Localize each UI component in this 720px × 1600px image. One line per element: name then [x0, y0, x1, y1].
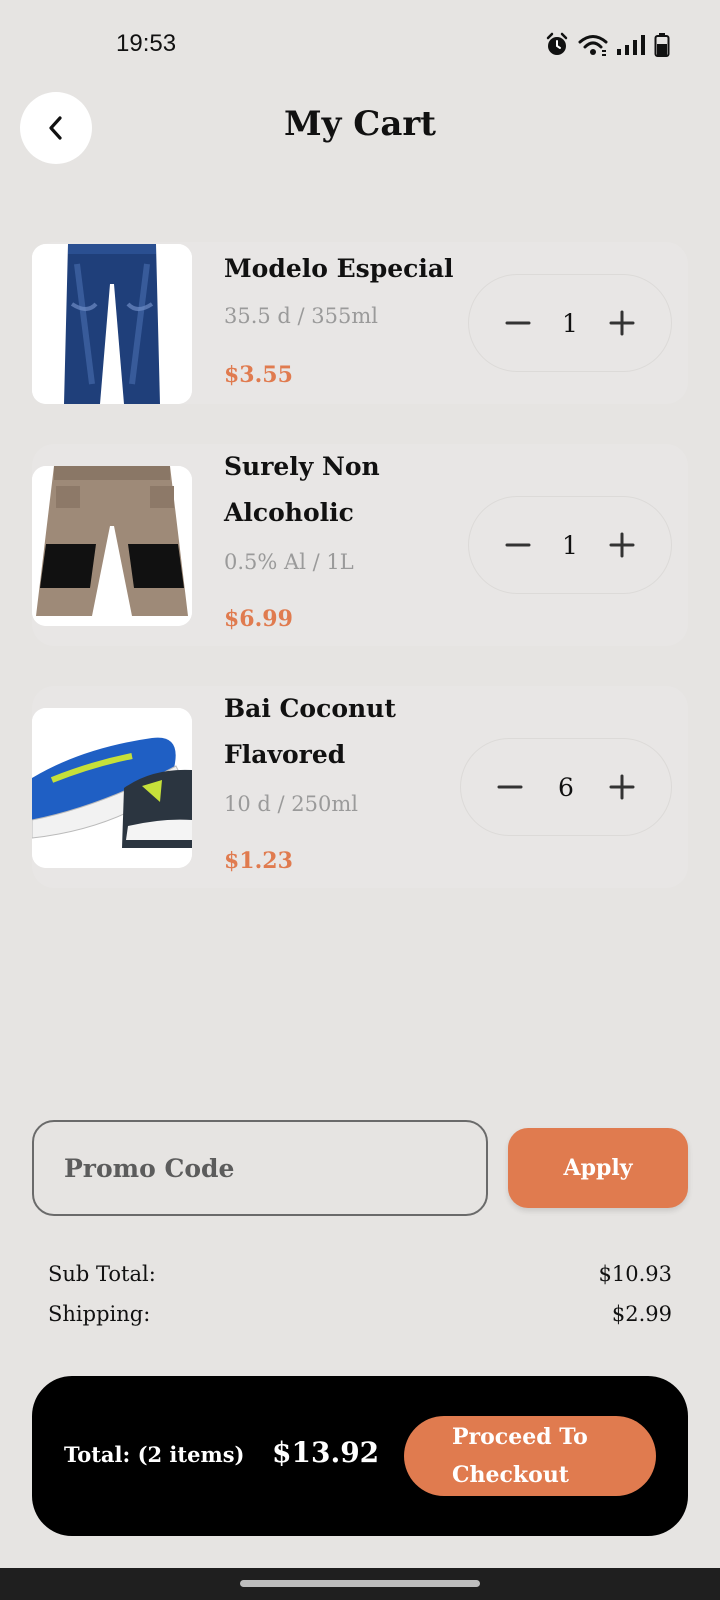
plus-icon	[609, 532, 635, 558]
decrease-button[interactable]	[503, 530, 533, 560]
shipping-value: $2.99	[611, 1302, 672, 1326]
signal-icon	[617, 35, 645, 55]
product-image-pants[interactable]	[32, 466, 192, 626]
product-price: $3.55	[224, 362, 293, 388]
shipping-row: Shipping: $2.99	[48, 1302, 672, 1326]
apply-button[interactable]: Apply	[508, 1128, 688, 1208]
promo-code-input[interactable]	[32, 1120, 488, 1216]
product-price: $6.99	[224, 606, 293, 632]
system-navigation-bar	[0, 1568, 720, 1600]
checkout-label: Proceed To Checkout	[452, 1424, 588, 1488]
quantity-value: 6	[558, 772, 574, 802]
total-bar: Total: (2 items) $13.92 Proceed To Check…	[32, 1376, 688, 1536]
increase-button[interactable]	[607, 308, 637, 338]
minus-icon	[505, 321, 531, 325]
product-volume: 10 d / 250ml	[224, 792, 358, 816]
cart-item: Modelo Especial 35.5 d / 355ml $3.55 1	[32, 242, 688, 404]
quantity-stepper: 1	[468, 496, 672, 594]
page-title: My Cart	[284, 104, 436, 144]
blue-jeans-image	[32, 244, 192, 404]
cart-item: Bai Coconut Flavored 10 d / 250ml $1.23 …	[32, 686, 688, 888]
decrease-button[interactable]	[495, 772, 525, 802]
product-price: $1.23	[224, 848, 293, 874]
product-volume: 35.5 d / 355ml	[224, 304, 379, 328]
product-name: Modelo Especial	[224, 254, 454, 283]
plus-icon	[609, 310, 635, 336]
minus-icon	[497, 785, 523, 789]
subtotal-label: Sub Total:	[48, 1262, 156, 1286]
quantity-stepper: 1	[468, 274, 672, 372]
battery-icon	[654, 33, 670, 57]
product-name: Bai Coconut Flavored	[224, 694, 396, 769]
alarm-icon	[546, 32, 568, 55]
checkout-button[interactable]: Proceed To Checkout	[404, 1416, 656, 1496]
sneakers-image	[32, 708, 192, 868]
shipping-label: Shipping:	[48, 1302, 151, 1326]
header: My Cart	[0, 90, 720, 180]
total-amount: $13.92	[272, 1436, 380, 1469]
product-image-jeans[interactable]	[32, 244, 192, 404]
home-gesture-handle[interactable]	[240, 1580, 480, 1587]
status-bar: 19:53	[0, 0, 720, 90]
increase-button[interactable]	[607, 772, 637, 802]
product-name: Surely Non Alcoholic	[224, 452, 380, 527]
status-time: 19:53	[116, 30, 177, 57]
quantity-stepper: 6	[460, 738, 672, 836]
product-image-sneakers[interactable]	[32, 708, 192, 868]
subtotal-value: $10.93	[598, 1262, 672, 1286]
plus-icon	[609, 774, 635, 800]
decrease-button[interactable]	[503, 308, 533, 338]
increase-button[interactable]	[607, 530, 637, 560]
total-label: Total: (2 items)	[64, 1442, 245, 1467]
minus-icon	[505, 543, 531, 547]
work-pants-image	[32, 466, 192, 626]
wifi-icon	[578, 35, 608, 56]
quantity-value: 1	[562, 530, 578, 560]
product-volume: 0.5% Al / 1L	[224, 550, 354, 574]
cart-item: Surely Non Alcoholic 0.5% Al / 1L $6.99 …	[32, 444, 688, 646]
quantity-value: 1	[562, 308, 578, 338]
status-icons	[544, 30, 670, 60]
subtotal-row: Sub Total: $10.93	[48, 1262, 672, 1286]
